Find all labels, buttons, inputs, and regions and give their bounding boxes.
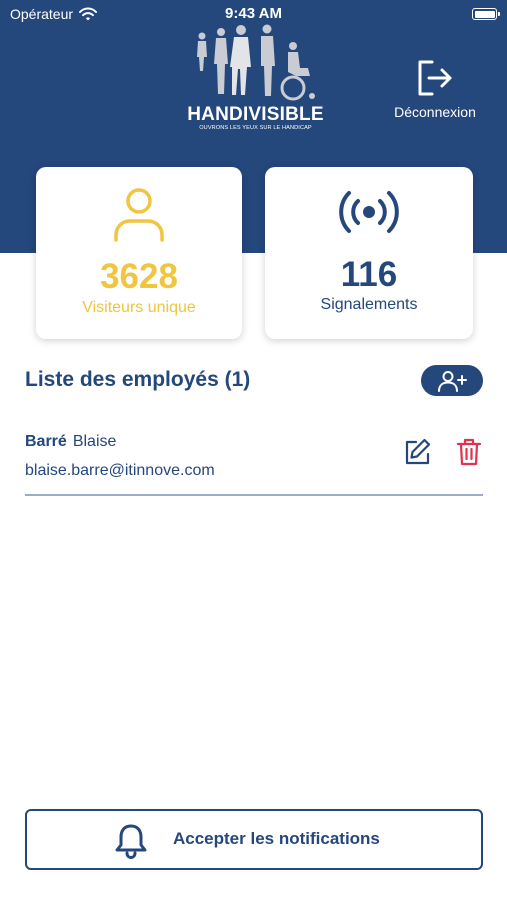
logo-figures: [197, 24, 315, 101]
accept-notifications-button[interactable]: Accepter les notifications: [25, 809, 483, 870]
edit-employee-button[interactable]: [401, 436, 433, 468]
logo-tagline: OUVRONS LES YEUX SUR LE HANDICAP: [199, 125, 312, 131]
clock: 9:43 AM: [225, 5, 282, 22]
accept-notifications-label: Accepter les notifications: [173, 829, 380, 848]
employee-row: Barré Blaise blaise.barre@itinnove.com: [25, 424, 483, 496]
employee-first-name: Blaise: [72, 433, 117, 450]
logo-title: HANDIVISIBLE: [187, 104, 324, 125]
reports-count: 116: [340, 255, 398, 294]
user-icon: [114, 188, 164, 242]
battery-icon: [472, 8, 500, 20]
edit-icon: [405, 438, 431, 465]
trash-icon: [456, 438, 482, 466]
employee-name: Barré Blaise: [25, 433, 116, 451]
logo: HANDIVISIBLE OUVRONS LES YEUX SUR LE HAN…: [183, 24, 328, 136]
reports-card: 116 Signalements: [265, 167, 473, 339]
bell-icon: [115, 824, 147, 860]
add-employee-button[interactable]: [421, 365, 483, 396]
visitors-label: Visiteurs unique: [82, 299, 196, 316]
logout-button[interactable]: Déconnexion: [385, 58, 485, 124]
visitors-card: 3628 Visiteurs unique: [36, 167, 242, 339]
employee-email: blaise.barre@itinnove.com: [25, 462, 215, 479]
employee-last-name: Barré: [25, 433, 67, 450]
reports-label: Signalements: [320, 296, 418, 313]
logout-icon: [418, 60, 452, 96]
logout-label: Déconnexion: [394, 104, 476, 120]
broadcast-icon: [339, 191, 399, 233]
delete-employee-button[interactable]: [453, 436, 485, 468]
battery-level: [474, 10, 495, 18]
add-user-icon: [438, 370, 467, 392]
visitors-count: 3628: [100, 257, 178, 296]
employees-title: Liste des employés (1): [25, 368, 251, 391]
